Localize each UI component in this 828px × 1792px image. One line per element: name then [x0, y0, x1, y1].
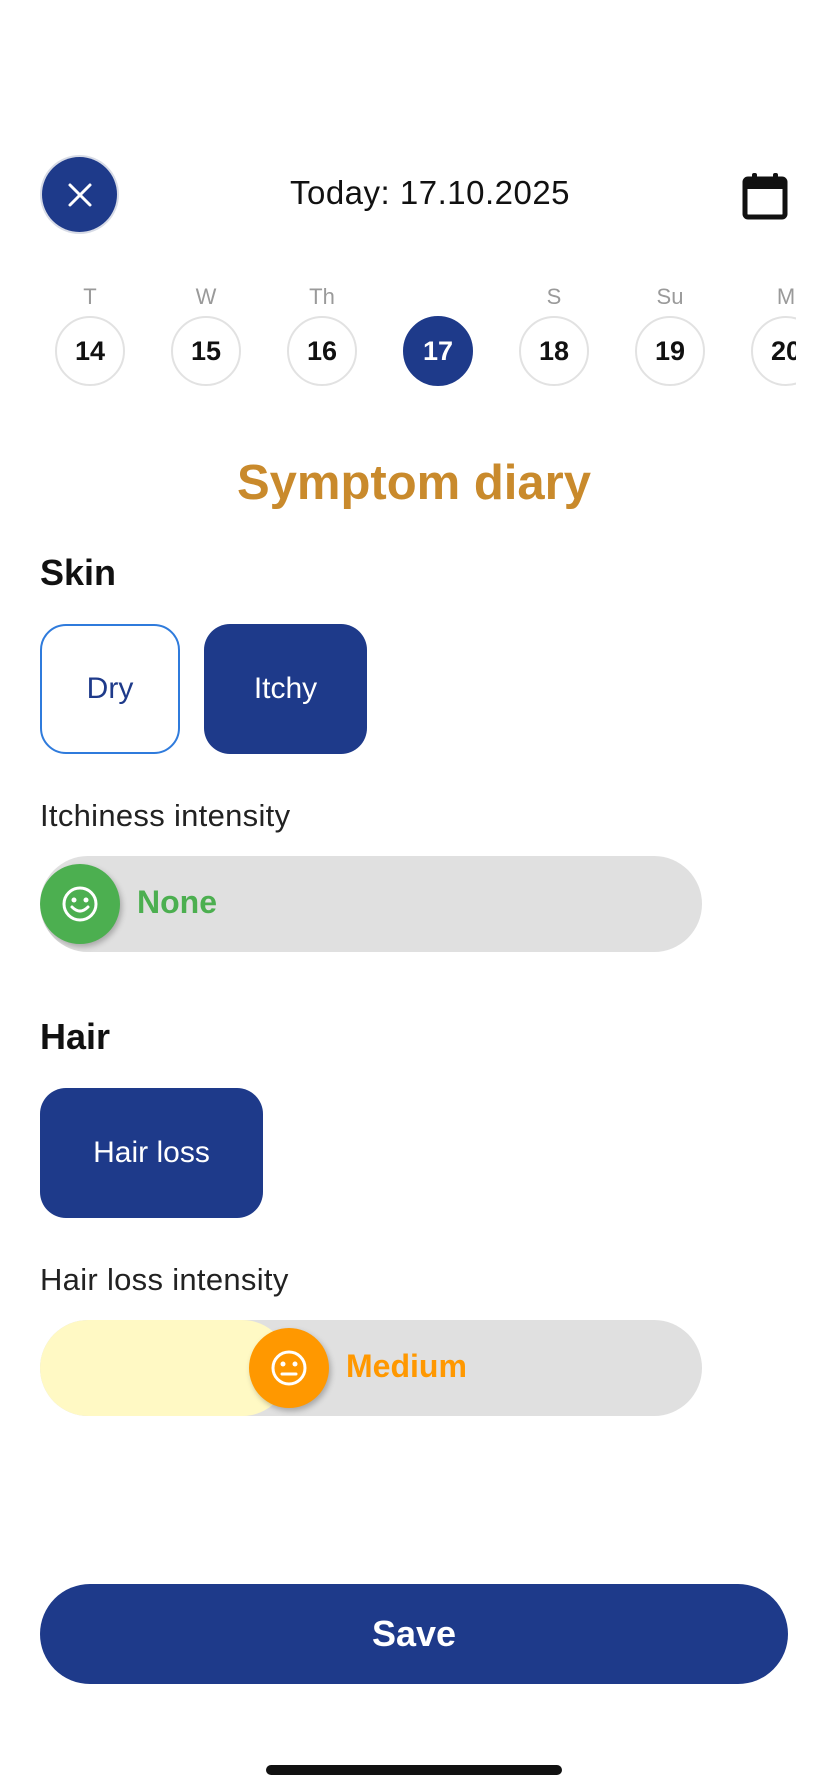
weekday-label: Su	[656, 284, 684, 309]
day-selector: T 14 W 15 Th 16 17 S 18 Su 19 M 20	[0, 0, 796, 400]
page-title: Symptom diary	[237, 456, 591, 510]
itchiness-intensity-slider[interactable]: None	[40, 856, 702, 952]
save-button[interactable]: Save	[40, 1584, 788, 1684]
day-item-19[interactable]: Su 19	[634, 282, 706, 386]
skin-option-itchy[interactable]: Itchy	[204, 624, 367, 754]
weekday-label: S	[546, 284, 562, 309]
weekday-label: W	[195, 284, 217, 309]
hair-loss-intensity-value: Medium	[346, 1348, 467, 1384]
day-number: 19	[635, 316, 705, 386]
hair-loss-intensity-label: Hair loss intensity	[40, 1262, 289, 1297]
day-item-16[interactable]: Th 16	[286, 282, 358, 386]
day-number: 14	[55, 316, 125, 386]
itchiness-intensity-label: Itchiness intensity	[40, 798, 291, 833]
day-item-18[interactable]: S 18	[518, 282, 590, 386]
day-number: 20	[751, 316, 796, 386]
home-indicator	[266, 1765, 562, 1775]
weekday-label: M	[776, 284, 796, 309]
hair-loss-intensity-slider[interactable]: Medium	[40, 1320, 702, 1416]
neutral-face-icon	[271, 1350, 307, 1386]
day-item-20[interactable]: M 20	[750, 282, 796, 386]
day-number: 15	[171, 316, 241, 386]
slider-thumb[interactable]	[249, 1328, 329, 1408]
skin-section-label: Skin	[40, 552, 117, 593]
day-number: 17	[403, 316, 473, 386]
skin-option-dry[interactable]: Dry	[40, 624, 180, 754]
weekday-label: T	[83, 284, 97, 309]
day-number: 18	[519, 316, 589, 386]
weekday-label	[402, 282, 474, 312]
hair-option-hair-loss[interactable]: Hair loss	[40, 1088, 263, 1218]
day-item-15[interactable]: W 15	[170, 282, 242, 386]
weekday-label: Th	[309, 284, 335, 309]
slider-thumb[interactable]	[40, 864, 120, 944]
day-item-17[interactable]: 17	[402, 282, 474, 386]
hair-section-label: Hair	[40, 1016, 111, 1057]
day-number: 16	[287, 316, 357, 386]
day-item-14[interactable]: T 14	[54, 282, 126, 386]
smiley-icon	[62, 886, 98, 922]
itchiness-intensity-value: None	[137, 884, 217, 920]
